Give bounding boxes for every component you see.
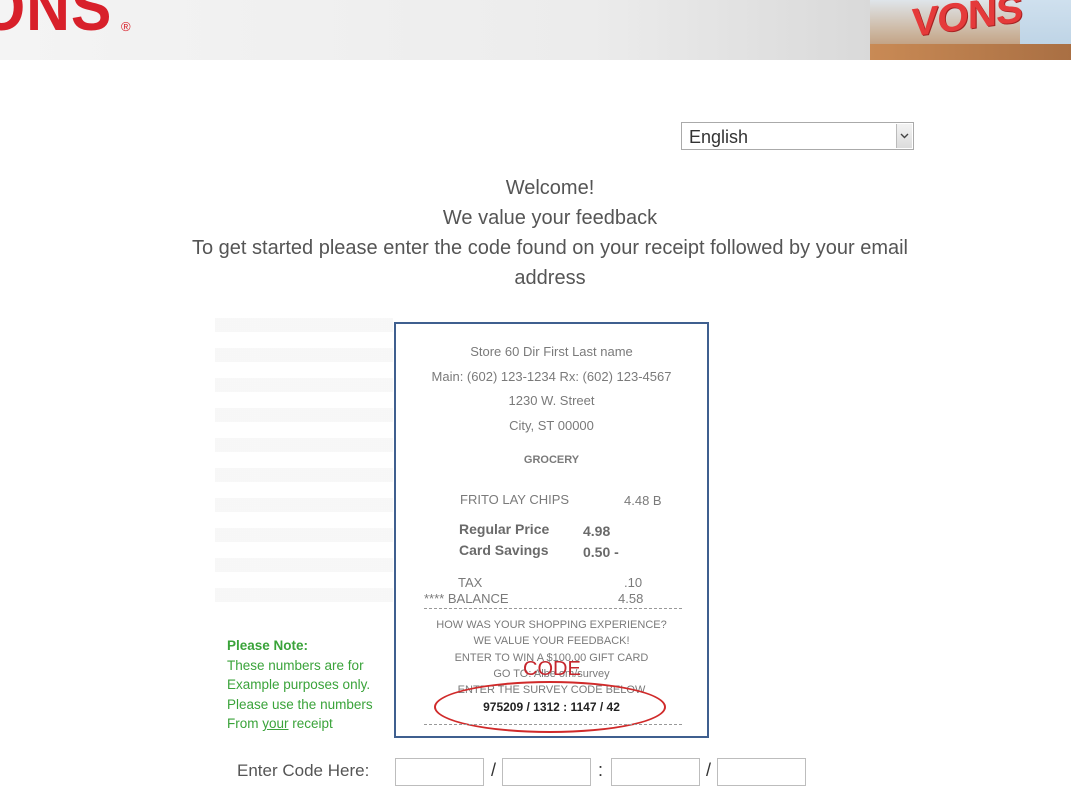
store-sign: VONS: [911, 0, 1022, 46]
regular-price-label: Regular Price: [459, 521, 550, 537]
note-line-3: Please use the numbers: [227, 696, 373, 712]
welcome-heading: Welcome!: [505, 177, 595, 199]
chevron-down-icon[interactable]: [896, 124, 912, 148]
receipt-city: City, ST 00000: [509, 418, 594, 433]
instructions-line-2: address: [514, 267, 586, 289]
note-title: Please Note:: [227, 638, 309, 653]
sample-receipt: Store 60 Dir First Last name Main: (602)…: [394, 322, 709, 738]
feedback-line: We value your feedback: [442, 207, 658, 229]
code-separator-2: :: [598, 760, 604, 780]
receipt-divider: [424, 608, 682, 609]
store-photo: VONS: [870, 0, 1071, 60]
faded-background-image: [215, 318, 393, 608]
enter-code-label: Enter Code Here:: [237, 761, 370, 780]
card-savings-value: 0.50 -: [583, 544, 619, 560]
store-awning: [870, 44, 1071, 60]
tax-label: TAX: [458, 575, 483, 590]
code-separator-3: /: [706, 760, 712, 780]
receipt-divider-bottom: [424, 724, 682, 725]
note-line-2: Example purposes only.: [227, 677, 371, 692]
registered-mark: ®: [121, 19, 131, 34]
receipt-store: Store 60 Dir First Last name: [470, 344, 633, 359]
receipt-item-price: 4.48 B: [624, 493, 662, 508]
balance-value: 4.58: [618, 591, 644, 606]
code-field-4[interactable]: [717, 758, 806, 786]
code-separator-1: /: [491, 760, 497, 780]
language-select-value: English: [689, 127, 749, 147]
code-field-1[interactable]: [395, 758, 484, 786]
code-field-3[interactable]: [611, 758, 700, 786]
example-note: Please Note: These numbers are for Examp…: [227, 636, 397, 734]
vons-logo[interactable]: ONS: [0, 0, 112, 40]
site-header: ONS ® VONS: [0, 0, 1071, 60]
instructions-line: To get started please enter the code fou…: [192, 237, 908, 259]
regular-price-value: 4.98: [583, 523, 611, 539]
receipt-phones: Main: (602) 123-1234 Rx: (602) 123-4567: [431, 369, 672, 384]
language-select[interactable]: English: [681, 122, 914, 150]
receipt-department: GROCERY: [523, 454, 580, 466]
balance-label: **** BALANCE: [424, 591, 509, 606]
receipt-survey-code: 975209 / 1312 : 1147 / 42: [483, 700, 620, 714]
receipt-street: 1230 W. Street: [508, 393, 595, 408]
survey-line-1: HOW WAS YOUR SHOPPING EXPERIENCE?: [436, 619, 667, 631]
tax-value: .10: [624, 575, 643, 590]
code-field-2[interactable]: [502, 758, 591, 786]
card-savings-label: Card Savings: [459, 542, 549, 558]
note-line-4-suffix: receipt: [288, 716, 333, 731]
note-line-4-prefix: From: [227, 716, 263, 731]
note-line-1: These numbers are for: [227, 657, 364, 673]
code-annotation: CODE: [523, 658, 581, 680]
note-emphasis-your: your: [262, 716, 289, 731]
note-line-4: From your receipt: [227, 714, 397, 734]
receipt-item-name: FRITO LAY CHIPS: [460, 492, 570, 507]
welcome-text: Welcome! We value your feedback To get s…: [180, 173, 920, 293]
survey-line-2: WE VALUE YOUR FEEDBACK!: [473, 635, 630, 647]
